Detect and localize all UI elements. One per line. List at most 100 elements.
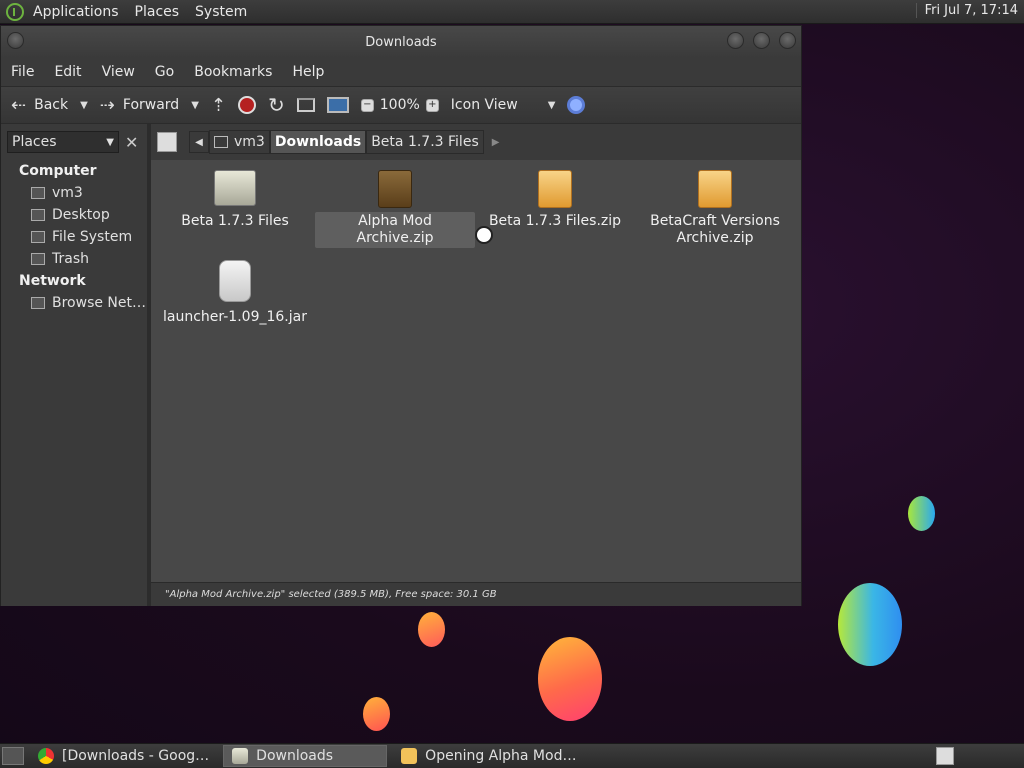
decor-bubble [363,697,390,731]
task-downloads[interactable]: Downloads [223,745,388,767]
desktop-icon [31,209,45,221]
sidebar-item-file-system[interactable]: File System [1,226,147,248]
sidebar-item-label: vm3 [52,185,83,201]
close-icon[interactable]: ✕ [125,133,138,152]
reload-button[interactable]: ↻ [268,93,285,117]
stop-button[interactable] [238,96,256,114]
window-titlebar[interactable]: Downloads [1,26,801,58]
computer-icon [326,97,349,113]
file-item[interactable]: Beta 1.7.3 Files.zip [475,170,635,231]
search-icon [567,96,586,114]
file-label: Alpha Mod Archive.zip [315,212,475,248]
sidebar-section-network: Network [19,273,86,289]
sidebar-type-select[interactable]: Places ▼ [7,131,119,153]
folder-icon [214,170,256,206]
decor-bubble [538,637,602,721]
forward-label: Forward [122,97,180,113]
menu-help[interactable]: Help [292,64,324,80]
clock[interactable]: Fri Jul 7, 17:14 [915,3,1018,18]
sidebar-item-label: File System [52,229,133,245]
file-item[interactable]: launcher-1.09_16.jar [155,260,315,327]
archive-icon [538,170,572,208]
zoom-in-button[interactable]: + [425,98,439,112]
drive-icon [31,231,45,243]
decor-bubble [418,612,445,647]
chevron-down-icon[interactable]: ▼ [80,100,88,111]
forward-button[interactable]: ⇢ Forward ▼ [100,95,199,116]
file-manager-window: Downloads File Edit View Go Bookmarks He… [0,25,802,606]
task-chrome[interactable]: [Downloads - Goog… [30,745,217,767]
decor-bubble [908,496,935,531]
menu-places[interactable]: Places [135,4,180,20]
home-icon [296,98,315,112]
archive-icon [698,170,732,208]
stop-icon [238,96,256,114]
bottom-taskbar: [Downloads - Goog… Downloads Opening Alp… [0,743,1024,768]
minimize-button[interactable] [727,32,744,49]
sidebar-item-label: Trash [52,251,89,267]
home-button[interactable] [296,98,315,112]
arrow-up-icon: ⇡ [210,94,226,116]
back-label: Back [34,97,69,113]
file-label: launcher-1.09_16.jar [163,309,307,325]
workspace-switcher[interactable] [936,747,954,765]
chrome-icon [38,748,54,764]
breadcrumb-downloads[interactable]: Downloads [269,130,367,154]
view-mode-select[interactable]: Icon View ▼ [451,97,556,113]
jar-icon [219,260,251,302]
network-icon [31,297,45,309]
sidebar: Places ▼ ✕ Computer vm3 Desktop File Sys… [1,124,151,606]
task-label: Opening Alpha Mod… [425,748,577,764]
distro-logo-icon[interactable] [6,2,24,21]
close-button[interactable] [779,32,796,49]
toolbar: ⇠ Back ▼ ⇢ Forward ▼ ⇡ ↻ − 100% + Icon V… [1,86,801,124]
sidebar-item-desktop[interactable]: Desktop [1,204,147,226]
top-panel: Applications Places System Fri Jul 7, 17… [0,0,1024,24]
path-scroll-right-button[interactable]: ▶ [492,137,500,148]
back-button[interactable]: ⇠ Back ▼ [11,95,88,116]
sidebar-item-label: Desktop [52,207,110,223]
task-label: [Downloads - Goog… [62,748,210,764]
arrow-right-icon: ⇢ [99,94,115,116]
path-bar: ◀ vm3 Downloads Beta 1.7.3 Files ▶ [151,124,801,160]
menu-file[interactable]: File [11,64,34,80]
sidebar-type-label: Places [12,134,57,150]
task-opening-archive[interactable]: Opening Alpha Mod… [393,745,584,767]
file-item[interactable]: Alpha Mod Archive.zip [315,170,475,248]
file-label: Beta 1.7.3 Files.zip [488,213,622,229]
search-button[interactable] [567,96,586,114]
breadcrumb-beta-files[interactable]: Beta 1.7.3 Files [366,130,484,154]
home-icon [214,136,228,148]
status-bar: "Alpha Mod Archive.zip" selected (389.5 … [151,582,801,606]
file-item[interactable]: Beta 1.7.3 Files [155,170,315,231]
show-desktop-icon[interactable] [2,747,24,765]
path-scroll-left-button[interactable]: ◀ [189,131,209,153]
menu-edit[interactable]: Edit [54,64,81,80]
zoom-control: − 100% + [360,97,439,113]
computer-button[interactable] [326,97,349,113]
icon-grid: Beta 1.7.3 Files Alpha Mod Archive.zip B… [151,160,797,570]
zoom-out-button[interactable]: − [360,98,374,112]
file-label: Beta 1.7.3 Files [181,213,289,229]
sidebar-item-label: Browse Net… [52,295,147,311]
edit-path-icon[interactable] [157,132,177,152]
home-folder-icon [31,187,45,199]
zoom-level: 100% [379,97,420,113]
reload-icon: ↻ [268,93,285,117]
up-button[interactable]: ⇡ [211,95,226,116]
menu-system[interactable]: System [195,4,247,20]
file-item[interactable]: BetaCraft Versions Archive.zip [635,170,795,248]
menu-go[interactable]: Go [155,64,174,80]
sidebar-item-trash[interactable]: Trash [1,248,147,270]
file-view: ◀ vm3 Downloads Beta 1.7.3 Files ▶ Beta … [151,124,801,606]
window-menu-icon[interactable] [7,32,24,49]
maximize-button[interactable] [753,32,770,49]
menu-bookmarks[interactable]: Bookmarks [194,64,272,80]
sidebar-item-vm3[interactable]: vm3 [1,182,147,204]
breadcrumb-vm3[interactable]: vm3 [209,130,270,154]
chevron-down-icon[interactable]: ▼ [191,100,199,111]
menu-applications[interactable]: Applications [33,4,119,20]
document-icon [401,748,418,764]
sidebar-item-browse-network[interactable]: Browse Net… [1,292,147,314]
menu-view[interactable]: View [102,64,135,80]
